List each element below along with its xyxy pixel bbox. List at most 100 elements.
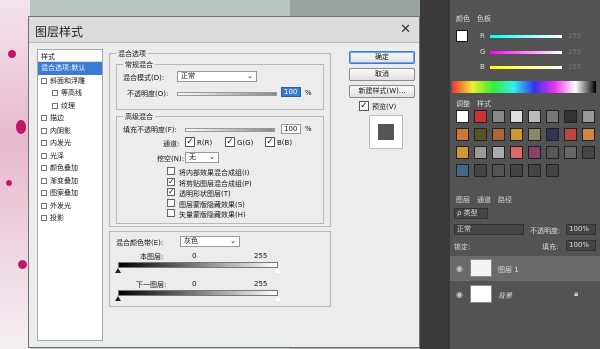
style-checkbox[interactable] bbox=[41, 127, 47, 134]
tab-channels[interactable]: 通道 bbox=[477, 196, 491, 204]
style-preset[interactable] bbox=[456, 164, 469, 177]
style-preset[interactable] bbox=[510, 110, 523, 123]
option-checkbox[interactable] bbox=[167, 209, 175, 217]
cancel-button[interactable]: 取消 bbox=[349, 68, 415, 81]
tab-adjustments[interactable]: 调整 bbox=[456, 100, 470, 108]
style-preset[interactable] bbox=[546, 110, 559, 123]
style-preset[interactable] bbox=[582, 110, 595, 123]
style-item[interactable]: 混合选项:默认 bbox=[38, 62, 102, 75]
style-item[interactable]: 内阴影 bbox=[38, 125, 102, 138]
option-checkbox[interactable]: ✓ bbox=[167, 188, 175, 196]
foreground-color[interactable] bbox=[456, 30, 468, 42]
opacity-slider[interactable] bbox=[177, 92, 277, 96]
option-checkbox[interactable] bbox=[167, 198, 175, 207]
this-layer-black-slider[interactable] bbox=[115, 268, 121, 273]
style-preset[interactable] bbox=[528, 128, 541, 141]
style-checkbox[interactable] bbox=[41, 140, 47, 146]
color-spectrum[interactable] bbox=[452, 81, 596, 93]
style-item[interactable]: 纹理 bbox=[38, 100, 102, 113]
style-preset[interactable] bbox=[492, 110, 505, 123]
style-preset[interactable] bbox=[474, 128, 487, 141]
style-preset[interactable] bbox=[546, 146, 559, 159]
style-checkbox[interactable] bbox=[41, 152, 47, 159]
style-item[interactable]: 等高线 bbox=[38, 87, 102, 100]
layer-row-background[interactable]: ◉ 背景 🔒︎ bbox=[450, 282, 600, 307]
style-checkbox[interactable] bbox=[41, 115, 47, 121]
layer-kind-filter[interactable]: ρ 类型 bbox=[454, 208, 488, 219]
new-style-button[interactable]: 新建样式(W)... bbox=[349, 85, 415, 98]
style-item[interactable]: 光泽 bbox=[38, 150, 102, 163]
style-item[interactable]: 投影 bbox=[38, 212, 102, 225]
fill-opacity-slider[interactable] bbox=[185, 128, 275, 132]
layer-fill-input[interactable]: 100% bbox=[566, 240, 596, 251]
style-preset[interactable] bbox=[582, 128, 595, 141]
blend-mode-select[interactable]: 正常 ⌄ bbox=[177, 71, 257, 82]
style-item[interactable]: 颜色叠加 bbox=[38, 162, 102, 175]
style-preset[interactable] bbox=[474, 164, 487, 177]
style-checkbox[interactable] bbox=[41, 202, 47, 209]
b-value[interactable]: 255 bbox=[568, 63, 581, 71]
style-preset[interactable] bbox=[564, 146, 577, 159]
layer-name[interactable]: 背景 bbox=[498, 291, 512, 301]
style-preset[interactable] bbox=[492, 164, 505, 177]
under-layer-white-slider[interactable] bbox=[275, 296, 281, 301]
style-item[interactable]: 内发光 bbox=[38, 137, 102, 150]
option-checkbox[interactable]: ✓ bbox=[167, 177, 175, 186]
g-value[interactable]: 255 bbox=[568, 48, 581, 56]
style-checkbox[interactable] bbox=[52, 102, 58, 109]
style-preset[interactable] bbox=[456, 128, 469, 141]
style-preset[interactable] bbox=[546, 164, 559, 177]
channel-b-checkbox[interactable]: ✓ bbox=[265, 137, 275, 147]
layer-name[interactable]: 图层 1 bbox=[498, 265, 519, 275]
preview-checkbox[interactable]: ✓ bbox=[359, 101, 369, 111]
channel-r-checkbox[interactable]: ✓ bbox=[185, 137, 195, 147]
style-preset[interactable] bbox=[474, 110, 487, 123]
style-item[interactable]: 描边 bbox=[38, 112, 102, 125]
style-preset[interactable] bbox=[564, 110, 577, 123]
opacity-input[interactable]: 100 bbox=[281, 87, 301, 97]
style-item[interactable]: 外发光 bbox=[38, 200, 102, 213]
style-preset[interactable] bbox=[492, 128, 505, 141]
under-layer-black-slider[interactable] bbox=[115, 296, 121, 301]
eye-icon[interactable]: ◉ bbox=[456, 264, 463, 273]
style-preset[interactable] bbox=[510, 164, 523, 177]
tab-swatches[interactable]: 色板 bbox=[477, 15, 491, 23]
r-slider[interactable] bbox=[490, 35, 562, 38]
knockout-select[interactable]: 无 ⌄ bbox=[185, 152, 219, 163]
blend-if-select[interactable]: 灰色 ⌄ bbox=[180, 236, 240, 247]
option-checkbox[interactable] bbox=[167, 167, 175, 175]
style-preset[interactable] bbox=[528, 146, 541, 159]
close-icon[interactable]: ✕ bbox=[400, 22, 411, 37]
eye-icon[interactable]: ◉ bbox=[456, 290, 463, 299]
tab-styles[interactable]: 样式 bbox=[477, 100, 491, 108]
style-preset[interactable] bbox=[582, 146, 595, 159]
style-checkbox[interactable] bbox=[41, 177, 47, 184]
channel-g-checkbox[interactable]: ✓ bbox=[225, 137, 235, 147]
style-preset[interactable] bbox=[456, 146, 469, 159]
this-layer-white-slider[interactable] bbox=[275, 268, 281, 273]
style-item[interactable]: 图案叠加 bbox=[38, 187, 102, 200]
fill-opacity-input[interactable]: 100 bbox=[281, 124, 301, 134]
style-preset[interactable] bbox=[564, 128, 577, 141]
tab-paths[interactable]: 路径 bbox=[498, 196, 512, 204]
ok-button[interactable]: 确定 bbox=[349, 51, 415, 64]
style-preset[interactable] bbox=[510, 128, 523, 141]
tab-layers[interactable]: 图层 bbox=[456, 196, 470, 204]
style-preset[interactable] bbox=[546, 128, 559, 141]
style-preset[interactable] bbox=[528, 164, 541, 177]
r-value[interactable]: 255 bbox=[568, 32, 581, 40]
style-checkbox[interactable] bbox=[41, 165, 47, 171]
g-slider[interactable] bbox=[490, 51, 562, 54]
style-item[interactable]: 斜面和浮雕 bbox=[38, 75, 102, 88]
style-preset[interactable] bbox=[510, 146, 523, 159]
style-checkbox[interactable] bbox=[52, 90, 58, 96]
style-checkbox[interactable] bbox=[41, 190, 47, 196]
b-slider[interactable] bbox=[490, 66, 562, 69]
style-checkbox[interactable] bbox=[41, 77, 47, 84]
layer-row-layer1[interactable]: ◉ 图层 1 bbox=[450, 256, 600, 281]
tab-color[interactable]: 颜色 bbox=[456, 15, 470, 23]
style-preset[interactable] bbox=[528, 110, 541, 123]
style-checkbox[interactable] bbox=[41, 215, 47, 221]
layer-opacity-input[interactable]: 100% bbox=[566, 224, 596, 235]
style-preset[interactable] bbox=[474, 146, 487, 159]
